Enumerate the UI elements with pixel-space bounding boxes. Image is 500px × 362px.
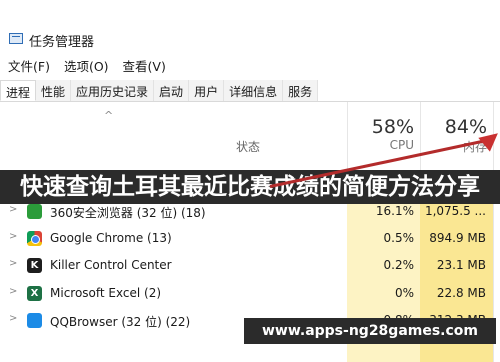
process-row[interactable]: > X Microsoft Excel (2) 0% 22.8 MB — [0, 280, 500, 307]
tab-app-history[interactable]: 应用历史记录 — [71, 80, 155, 101]
sort-up-icon[interactable]: ^ — [104, 109, 113, 122]
process-cpu: 0.2% — [383, 258, 415, 272]
360-browser-icon — [27, 204, 42, 219]
process-cpu: 0.5% — [383, 231, 415, 245]
process-name: Microsoft Excel (2) — [50, 286, 162, 300]
menu-file[interactable]: 文件(F) — [8, 56, 50, 76]
process-memory: 22.8 MB — [436, 286, 486, 300]
tab-startup[interactable]: 启动 — [154, 80, 190, 101]
expand-chevron-icon[interactable]: > — [9, 313, 17, 324]
tab-services[interactable]: 服务 — [283, 80, 319, 101]
status-column-header[interactable]: 状态 — [236, 138, 260, 155]
tab-users[interactable]: 用户 — [189, 80, 225, 101]
cpu-column-header[interactable]: CPU — [354, 138, 414, 152]
process-name: 360安全浏览器 (32 位) (18) — [50, 206, 206, 220]
process-name: Google Chrome (13) — [50, 231, 172, 245]
expand-chevron-icon[interactable]: > — [9, 258, 17, 269]
qq-browser-icon — [27, 313, 42, 328]
window-title: 任务管理器 — [29, 35, 95, 50]
expand-chevron-icon[interactable]: > — [9, 286, 17, 297]
tab-processes[interactable]: 进程 — [0, 80, 37, 101]
menu-view[interactable]: 查看(V) — [123, 56, 166, 76]
process-memory: 894.9 MB — [429, 231, 486, 245]
excel-icon: X — [27, 286, 42, 301]
tab-performance[interactable]: 性能 — [36, 80, 72, 101]
process-row[interactable]: > K Killer Control Center 0.2% 23.1 MB — [0, 252, 500, 279]
process-name: Killer Control Center — [50, 258, 172, 272]
memory-total-percent[interactable]: 84% — [427, 116, 487, 138]
tab-bar: 进程 性能 应用历史记录 启动 用户 详细信息 服务 — [0, 80, 500, 102]
tab-details[interactable]: 详细信息 — [224, 80, 284, 101]
expand-chevron-icon[interactable]: > — [9, 204, 17, 215]
process-row[interactable]: > 360安全浏览器 (32 位) (18) 16.1% 1,075.5 ... — [0, 198, 500, 225]
cpu-total-percent[interactable]: 58% — [354, 116, 414, 138]
process-cpu: 16.1% — [375, 204, 414, 218]
process-row[interactable]: > Google Chrome (13) 0.5% 894.9 MB — [0, 225, 500, 252]
process-name: QQBrowser (32 位) (22) — [50, 315, 191, 329]
killer-icon: K — [27, 258, 42, 273]
process-memory: 23.1 MB — [436, 258, 486, 272]
watermark-text: www.apps-ng28games.com — [261, 323, 479, 339]
process-memory: 1,075.5 ... — [424, 204, 486, 218]
task-manager-icon — [9, 33, 23, 44]
title-bar: 任务管理器 — [0, 0, 500, 50]
chrome-icon — [27, 231, 42, 246]
expand-chevron-icon[interactable]: > — [9, 231, 17, 242]
menu-options[interactable]: 选项(O) — [64, 56, 109, 76]
process-cpu: 0% — [394, 286, 414, 300]
menu-bar: 文件(F) 选项(O) 查看(V) — [0, 56, 166, 76]
